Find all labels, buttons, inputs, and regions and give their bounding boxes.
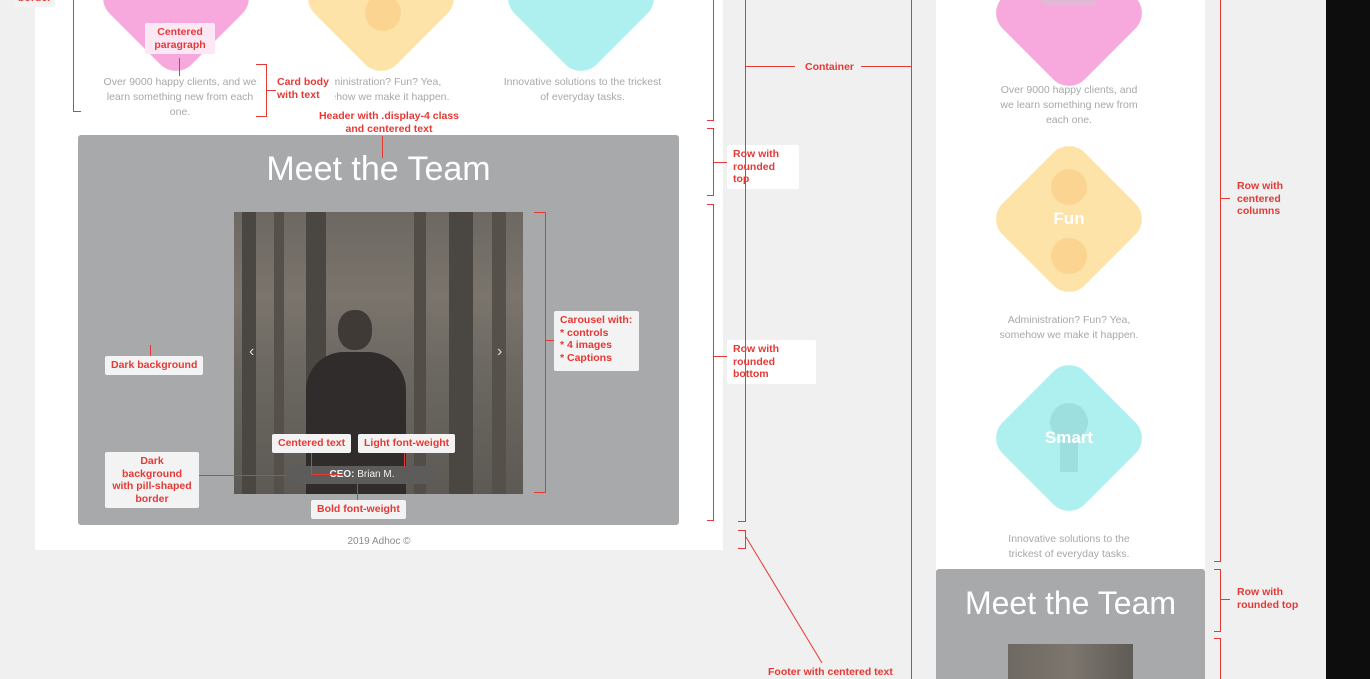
annotation-centered-paragraph: Centered paragraph bbox=[145, 23, 215, 55]
annotation-row-rounded-bottom: Row with rounded bottom bbox=[727, 340, 816, 384]
right-smile-icon-2 bbox=[1051, 238, 1087, 274]
right-edge-panel bbox=[1326, 0, 1370, 679]
carousel-prev-icon[interactable]: ‹ bbox=[249, 343, 254, 361]
card-text-clients: Over 9000 happy clients, and we learn so… bbox=[103, 76, 257, 119]
annotation-right-row-rounded-top: Row with rounded top bbox=[1237, 586, 1307, 612]
right-carousel-image bbox=[1008, 644, 1133, 679]
annotation-dark-pill: Dark background with pill-shaped border bbox=[105, 452, 199, 509]
right-team-title: Meet the Team bbox=[964, 585, 1177, 621]
annotation-corner-cut: border bbox=[14, 0, 56, 7]
annotation-row-rounded-top: Row with rounded top bbox=[727, 145, 799, 189]
annotation-row-centered-columns: Row with centered columns bbox=[1237, 180, 1297, 218]
footer-pointer-line bbox=[745, 536, 823, 664]
carousel-next-icon[interactable]: › bbox=[497, 343, 502, 361]
right-card-badge bbox=[1042, 0, 1096, 6]
annotation-container: Container bbox=[805, 61, 855, 74]
card-text-innovative: Innovative solutions to the trickest of … bbox=[503, 76, 662, 104]
right-card-label-smart: Smart bbox=[1044, 428, 1094, 447]
right-smile-icon bbox=[1051, 169, 1087, 205]
annotation-centered-text: Centered text bbox=[272, 434, 352, 453]
right-card-label-fun: Fun bbox=[1053, 209, 1085, 228]
annotation-dark-background: Dark background bbox=[105, 356, 204, 375]
team-title: Meet the Team bbox=[266, 150, 491, 188]
annotation-carousel: Carousel with: * controls * 4 images * C… bbox=[554, 311, 639, 371]
person-head bbox=[338, 310, 372, 350]
footer-text: 2019 Adhoc © bbox=[347, 536, 411, 547]
annotation-header-display4: Header with .display-4 class and centere… bbox=[318, 110, 460, 136]
right-card-text-clients: Over 9000 happy clients, and we learn so… bbox=[1000, 84, 1138, 127]
annotation-card-body: Card body with text bbox=[277, 76, 335, 102]
carousel-caption: CEO: Brian M. bbox=[287, 466, 437, 484]
right-card-text-innovative: Innovative solutions to the trickest of … bbox=[1008, 533, 1130, 561]
annotation-footer-centered: Footer with centered text bbox=[768, 666, 893, 679]
right-card-text-administration: Administration? Fun? Yea, somehow we mak… bbox=[999, 314, 1139, 342]
caption-name: Brian M. bbox=[357, 469, 395, 480]
annotation-light-weight: Light font-weight bbox=[358, 434, 456, 453]
annotation-bold-weight: Bold font-weight bbox=[311, 500, 406, 519]
